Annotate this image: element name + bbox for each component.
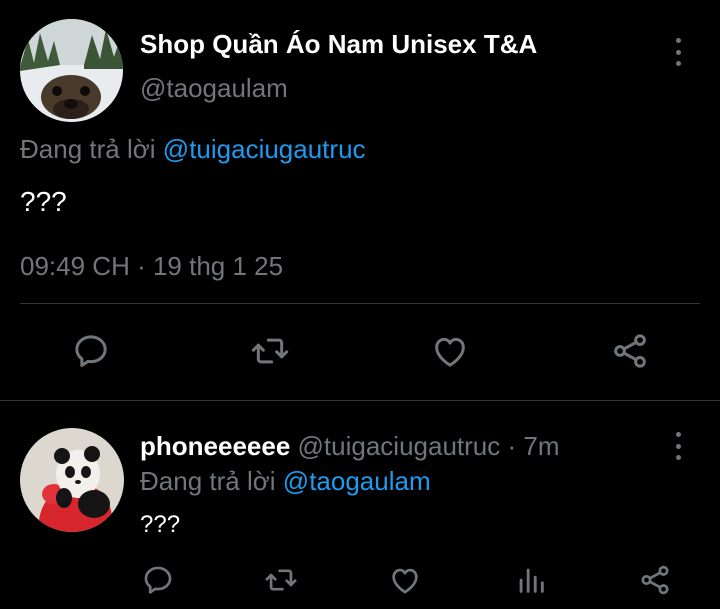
reply-tweet-share-button[interactable] <box>637 562 673 598</box>
reply-tweet-retweet-button[interactable] <box>263 562 299 598</box>
reply-tweet-display-name[interactable]: phoneeeeee <box>140 431 290 461</box>
reply-tweet-more-button[interactable] <box>673 432 683 460</box>
reply-prefix: Đang trả lời <box>20 134 156 164</box>
more-dot <box>675 455 681 460</box>
retweet-icon <box>265 569 297 591</box>
analytics-icon <box>519 568 544 593</box>
reply-tweet-text: ??? <box>140 511 181 538</box>
more-dot <box>675 61 681 66</box>
reply-tweet-like-button[interactable] <box>387 562 423 598</box>
reply-tweet-header: phoneeeeee @tuigaciugautruc · 7m <box>140 430 560 462</box>
section-divider <box>0 400 720 401</box>
reply-tweet-reply-button[interactable] <box>140 562 176 598</box>
main-tweet-timestamp[interactable]: 09:49 CH · 19 thg 1 25 <box>20 249 283 283</box>
reply-icon <box>75 335 107 367</box>
main-tweet-reply-context: Đang trả lời @tuigaciugautruc <box>20 132 366 166</box>
like-button[interactable] <box>428 330 472 372</box>
main-tweet-avatar[interactable] <box>20 19 123 122</box>
more-dot <box>675 38 681 43</box>
retweet-icon <box>251 338 289 364</box>
more-dot <box>675 443 681 449</box>
more-dot <box>675 49 681 55</box>
reply-tweet-avatar[interactable] <box>20 428 124 532</box>
main-tweet-more-button[interactable] <box>673 38 683 66</box>
panda-avatar-image <box>20 428 124 532</box>
reply-to-link[interactable]: @tuigaciugautruc <box>163 134 366 164</box>
more-dot <box>675 432 681 437</box>
reply-tweet-separator: · <box>507 431 517 461</box>
reply-tweet-reply-context: Đang trả lời @taogaulam <box>140 465 431 497</box>
share-icon <box>614 334 646 368</box>
reply-icon <box>144 566 172 594</box>
reply-button[interactable] <box>70 330 112 372</box>
main-tweet-display-name[interactable]: Shop Quần Áo Nam Unisex T&A <box>140 28 537 60</box>
retweet-button[interactable] <box>248 330 292 372</box>
like-icon <box>435 337 465 367</box>
reply-to-link[interactable]: @taogaulam <box>283 466 431 496</box>
reply-tweet-time[interactable]: 7m <box>523 431 559 461</box>
share-button[interactable] <box>608 330 652 372</box>
share-icon <box>641 565 669 595</box>
reply-tweet-analytics-button[interactable] <box>513 562 549 598</box>
main-tweet-text: ??? <box>20 186 67 217</box>
like-icon <box>392 568 418 594</box>
reply-prefix: Đang trả lời <box>140 466 276 496</box>
main-tweet-divider <box>20 303 700 304</box>
reply-tweet-handle[interactable]: @tuigaciugautruc <box>298 431 501 461</box>
main-tweet-handle[interactable]: @taogaulam <box>140 72 288 104</box>
otter-face-avatar-image <box>20 19 123 122</box>
